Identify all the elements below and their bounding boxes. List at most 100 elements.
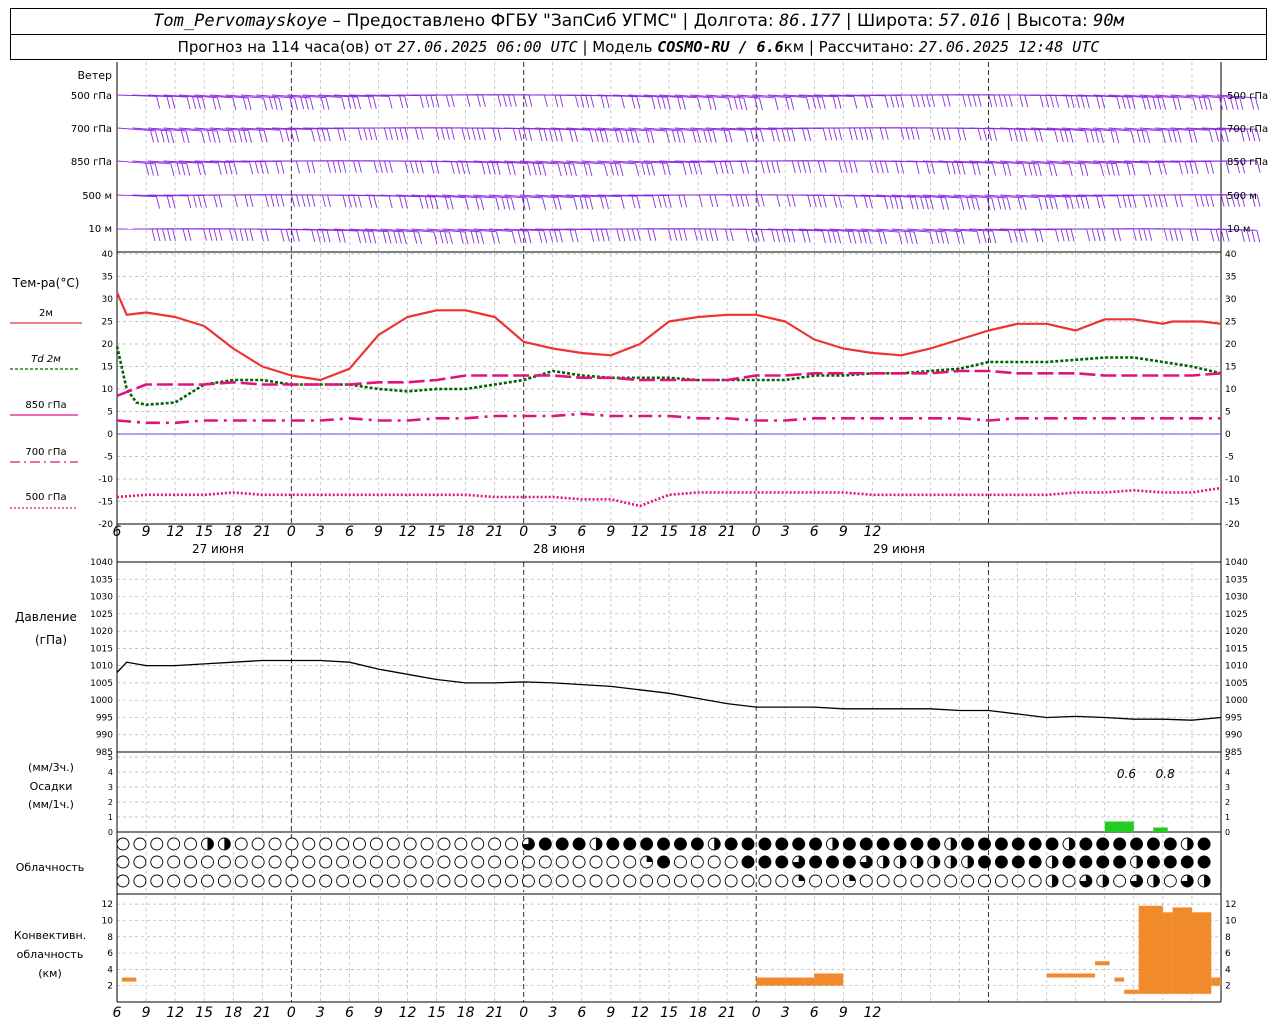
wind-barb-feather	[212, 97, 217, 110]
wind-barb-feather	[1044, 196, 1049, 209]
wind-barb-feather	[635, 163, 640, 176]
wind-barb-feather	[569, 229, 574, 243]
pressure-tick-label: 1035	[90, 575, 113, 585]
conv-tick-label: 2	[107, 982, 113, 992]
wind-barb-feather	[1075, 196, 1080, 209]
pressure-unit: (гПа)	[35, 633, 67, 647]
wind-barb-feather	[459, 231, 464, 244]
cloud-symbol	[234, 874, 248, 888]
cloud-symbol	[167, 855, 181, 869]
wind-barb-feather	[1013, 230, 1018, 243]
wind-barb-feather	[466, 94, 471, 108]
precip-tick-label: 2	[1225, 798, 1230, 807]
temp-tick-label: 30	[1225, 295, 1237, 305]
wind-barb-feather	[946, 94, 951, 107]
wind-title: Ветер	[78, 69, 112, 82]
precip-annotation: 0.8	[1156, 767, 1175, 781]
wind-barb-feather	[156, 96, 161, 109]
wind-barb-feather	[806, 97, 810, 110]
wind-barb-feather	[1194, 161, 1199, 175]
temp-tick-label: 40	[102, 250, 114, 260]
temp-tick-label: -5	[104, 453, 113, 463]
wind-barb-feather	[1127, 195, 1132, 208]
cloud-fill	[640, 838, 653, 850]
cloud-symbol	[437, 874, 451, 888]
wind-barb-feather	[347, 195, 352, 208]
wind-barb-feather	[213, 195, 218, 208]
pressure-tick-label: 995	[96, 713, 113, 723]
wind-barb-feather	[1085, 96, 1090, 109]
wind-barb-feather	[263, 97, 267, 111]
pressure-tick-label: 1005	[1225, 679, 1248, 689]
wind-barb-feather	[518, 128, 523, 141]
wind-barb-feather	[890, 95, 895, 108]
cloud-fill	[742, 856, 755, 868]
wind-barb-feather	[445, 95, 450, 108]
wind-barb-feather	[321, 230, 326, 243]
conv-tick-label: 4	[1225, 965, 1231, 975]
wind-barb-feather	[786, 194, 791, 208]
wind-barb-feather	[662, 195, 667, 208]
wind-barb-feather	[1136, 130, 1141, 143]
wind-barb-feather	[1179, 194, 1184, 208]
wind-barb-feather	[853, 127, 858, 141]
cloud-symbol	[471, 837, 485, 851]
cloud-fill-part	[950, 838, 957, 851]
wind-barb-feather	[295, 194, 300, 207]
wind-barb-feather	[1112, 228, 1117, 241]
hour-tick-label: 15	[195, 524, 213, 540]
wind-barb-feather	[320, 97, 325, 110]
wind-barb-feather	[776, 160, 781, 174]
wind-barb-feather	[399, 127, 404, 140]
wind-barb-feather	[816, 96, 821, 110]
wind-barb-feather	[439, 231, 444, 244]
wind-barb-feather	[264, 161, 269, 174]
cloud-symbol	[369, 837, 383, 851]
wind-barb-feather	[1017, 197, 1022, 210]
wind-barb-feather	[211, 130, 216, 143]
wind-barb-feather	[501, 197, 506, 210]
wind-barb-feather	[940, 231, 945, 244]
wind-barb-feather	[1039, 129, 1043, 142]
wind-barb-feather	[728, 130, 733, 143]
wind-barb-feather	[476, 127, 481, 141]
wind-barb-feather	[776, 194, 781, 207]
wind-barb-feather	[993, 128, 998, 141]
wind-barb-feather	[1002, 197, 1007, 210]
cloud-symbol	[724, 874, 738, 888]
wind-barb-feather	[976, 163, 981, 176]
conv-bar	[1162, 912, 1173, 994]
wind-barb-feather	[1096, 196, 1101, 209]
wind-barb-feather	[770, 129, 775, 142]
wind-barb-feather	[430, 95, 435, 108]
wind-barb-feather	[402, 231, 407, 244]
cloud-symbol	[201, 874, 214, 888]
wind-barb-feather	[745, 161, 750, 174]
cloud-symbol	[488, 874, 502, 888]
wind-barb-feather	[373, 128, 378, 141]
cloud-symbol	[826, 874, 839, 888]
date-label-28: 28 июня	[533, 542, 585, 556]
wind-barb-feather	[368, 195, 373, 208]
wind-barb-feather	[1068, 163, 1073, 177]
wind-barb-feather	[296, 161, 300, 174]
pressure-tick-label: 995	[1225, 713, 1242, 723]
hour-tick-label: 3	[316, 524, 325, 540]
cloud-fill	[775, 838, 788, 850]
wind-barb-feather	[341, 97, 346, 110]
wind-barb-feather	[1038, 197, 1043, 210]
wind-barb-feather	[537, 163, 542, 176]
wind-barb-feather	[285, 129, 290, 142]
cloud-fill	[657, 856, 670, 868]
cloud-fill	[1062, 856, 1075, 868]
wind-barb-feather	[1208, 97, 1213, 111]
cloud-symbol	[758, 874, 772, 888]
hour-tick-label: 12	[166, 1005, 184, 1021]
wind-barb-feather	[904, 231, 909, 244]
wind-barb-feather	[461, 127, 466, 140]
wind-barb-feather	[1210, 229, 1215, 242]
wind-barb-feather	[583, 163, 588, 176]
wind-barb-feather	[620, 196, 625, 209]
cloud-fill-part	[1187, 838, 1194, 850]
cloud-symbol	[707, 874, 721, 888]
